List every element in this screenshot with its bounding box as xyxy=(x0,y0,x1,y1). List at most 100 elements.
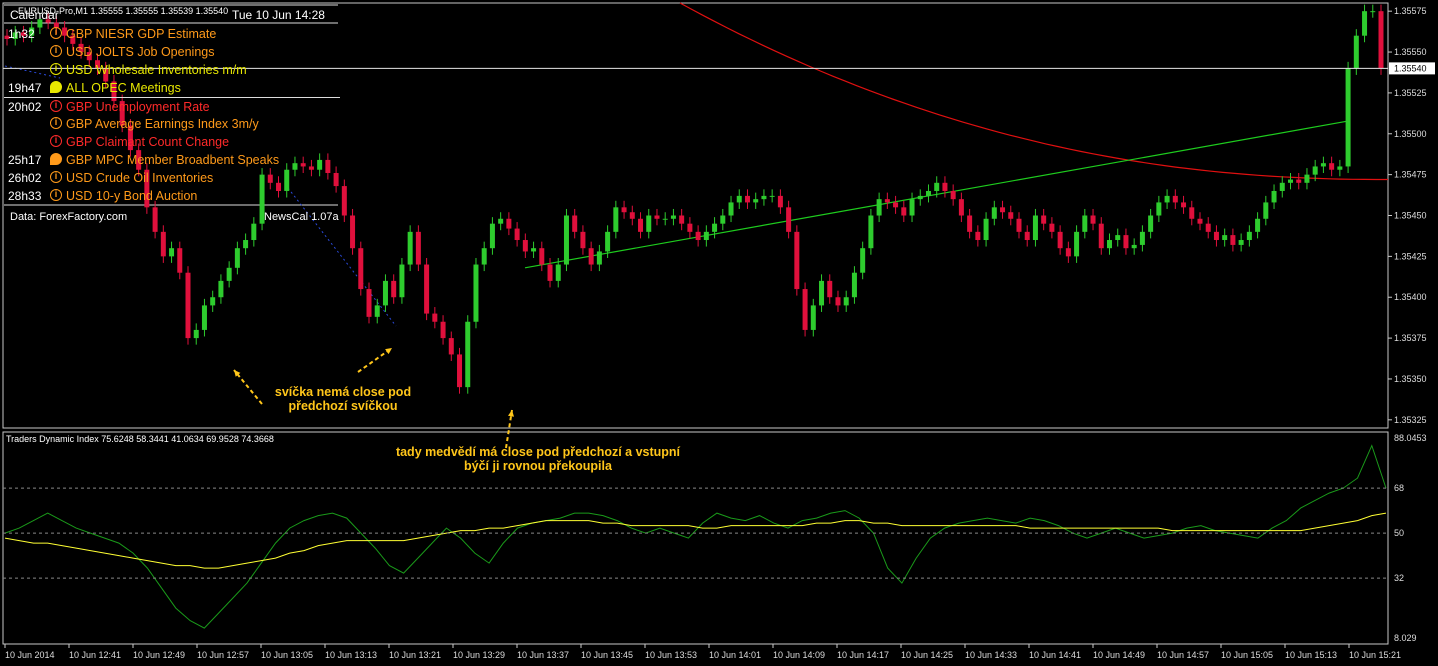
info-icon: i xyxy=(50,27,62,39)
bull-candle xyxy=(1255,218,1261,232)
time-tick-label: 10 Jun 14:33 xyxy=(965,650,1017,660)
indicator-label: Traders Dynamic Index 75.6248 58.3441 41… xyxy=(6,434,274,444)
bear-candle xyxy=(1041,215,1047,224)
bull-candle xyxy=(761,195,767,200)
bull-candle xyxy=(1148,215,1154,232)
indicator-tick-label: 68 xyxy=(1394,483,1404,493)
bull-candle xyxy=(1222,235,1228,241)
bull-candle xyxy=(489,223,495,249)
calendar-event-row[interactable]: 26h02 i USD Crude Oil Inventories xyxy=(4,169,340,187)
bear-candle xyxy=(1065,248,1071,257)
time-tick-label: 10 Jun 14:49 xyxy=(1093,650,1145,660)
time-tick-label: 10 Jun 14:01 xyxy=(709,650,761,660)
bear-candle xyxy=(1296,179,1302,183)
bull-candle xyxy=(407,231,413,265)
bull-candle xyxy=(374,305,380,317)
bear-candle xyxy=(1008,212,1014,219)
time-tick-label: 10 Jun 14:57 xyxy=(1157,650,1209,660)
bull-candle xyxy=(1279,182,1285,191)
event-name: Wholesale Inventories m/m xyxy=(95,63,247,77)
bull-candle xyxy=(473,264,479,322)
event-currency: GBP xyxy=(66,27,93,41)
calendar-event-row[interactable]: 28h33 i USD 10-y Bond Auction xyxy=(4,187,340,205)
time-tick-label: 10 Jun 12:41 xyxy=(69,650,121,660)
bull-candle xyxy=(991,207,997,219)
event-time: 28h33 xyxy=(8,189,42,203)
info-icon: i xyxy=(50,117,62,129)
info-icon: i xyxy=(50,171,62,183)
time-tick-label: 10 Jun 15:21 xyxy=(1349,650,1401,660)
bear-candle xyxy=(1000,207,1006,213)
annotation-arrow-line xyxy=(233,369,263,405)
event-title: USD Crude Oil Inventories xyxy=(66,169,213,187)
bull-candle xyxy=(1320,163,1326,167)
event-time: 19h47 xyxy=(8,81,42,95)
bear-candle xyxy=(572,215,578,232)
event-title: ALL OPEC Meetings xyxy=(66,79,181,97)
bear-candle xyxy=(1123,235,1129,249)
moving-average-line xyxy=(679,2,1388,181)
bull-candle xyxy=(1082,215,1088,232)
tdi-yellow-line xyxy=(4,512,1387,569)
bear-candle xyxy=(679,215,685,224)
bear-candle xyxy=(1213,231,1219,241)
calendar-event-row[interactable]: 20h02 i GBP Unemployment Rate xyxy=(4,97,340,116)
bull-candle xyxy=(728,202,734,216)
bull-candle xyxy=(670,215,676,219)
bear-candle xyxy=(160,231,166,257)
bull-candle xyxy=(596,251,602,265)
calendar-event-row[interactable]: i USD JOLTS Job Openings xyxy=(4,43,340,61)
event-name: JOLTS Job Openings xyxy=(95,45,215,59)
event-title: GBP Claimant Count Change xyxy=(66,133,229,151)
bull-candle xyxy=(234,248,240,268)
bull-candle xyxy=(712,223,718,232)
bear-candle xyxy=(424,264,430,314)
bear-candle xyxy=(1181,202,1187,208)
bull-candle xyxy=(1032,215,1038,241)
event-title: GBP Unemployment Rate xyxy=(66,98,210,116)
bull-candle xyxy=(210,297,216,306)
info-icon: i xyxy=(50,63,62,75)
calendar-event-row[interactable]: i GBP Claimant Count Change xyxy=(4,133,340,151)
price-tick-label: 1.35575 xyxy=(1394,6,1427,16)
time-tick-label: 10 Jun 14:25 xyxy=(901,650,953,660)
moving-average-path xyxy=(679,2,1388,181)
bull-candle xyxy=(218,280,224,298)
bear-candle xyxy=(777,195,783,208)
event-time: 1h32 xyxy=(8,27,35,41)
calendar-event-row[interactable]: 1h32 i GBP NIESR GDP Estimate xyxy=(4,25,340,43)
event-time: 26h02 xyxy=(8,171,42,185)
event-title: GBP Average Earnings Index 3m/y xyxy=(66,115,259,133)
bear-candle xyxy=(942,182,948,191)
bear-candle xyxy=(893,202,899,208)
annotation-line: tady medvědí má close pod předchozí a vs… xyxy=(395,445,681,459)
bear-candle xyxy=(1172,195,1178,203)
calendar-event-row[interactable]: 19h47 ALL OPEC Meetings xyxy=(4,79,340,97)
bull-candle xyxy=(1362,11,1368,36)
price-tick-label: 1.35550 xyxy=(1394,47,1427,57)
bear-candle xyxy=(629,212,635,219)
bull-candle xyxy=(563,215,569,265)
price-tick-label: 1.35475 xyxy=(1394,170,1427,180)
price-tick-label: 1.35325 xyxy=(1394,415,1427,425)
calendar-event-row[interactable]: 25h17 GBP MPC Member Broadbent Speaks xyxy=(4,151,340,169)
bull-candle xyxy=(1353,35,1359,69)
bull-candle xyxy=(1238,240,1244,245)
event-currency: GBP xyxy=(66,117,93,131)
calendar-event-row[interactable]: i USD Wholesale Inventories m/m xyxy=(4,61,340,79)
calendar-event-row[interactable]: i GBP Average Earnings Index 3m/y xyxy=(4,115,340,133)
bear-candle xyxy=(1329,163,1335,170)
bull-candle xyxy=(646,215,652,232)
bull-candle xyxy=(1312,166,1318,175)
bear-candle xyxy=(522,240,528,252)
bear-candle xyxy=(958,199,964,216)
bull-candle xyxy=(1131,244,1137,249)
bear-candle xyxy=(1189,207,1195,219)
event-currency: GBP xyxy=(66,100,93,114)
time-axis: 10 Jun 2014 10 Jun 12:41 10 Jun 12:49 10 Ju… xyxy=(4,644,1401,660)
bull-candle xyxy=(399,264,405,298)
bear-candle xyxy=(448,338,454,355)
bear-candle xyxy=(341,186,347,216)
bull-candle xyxy=(810,305,816,330)
bear-candle xyxy=(1016,218,1022,232)
